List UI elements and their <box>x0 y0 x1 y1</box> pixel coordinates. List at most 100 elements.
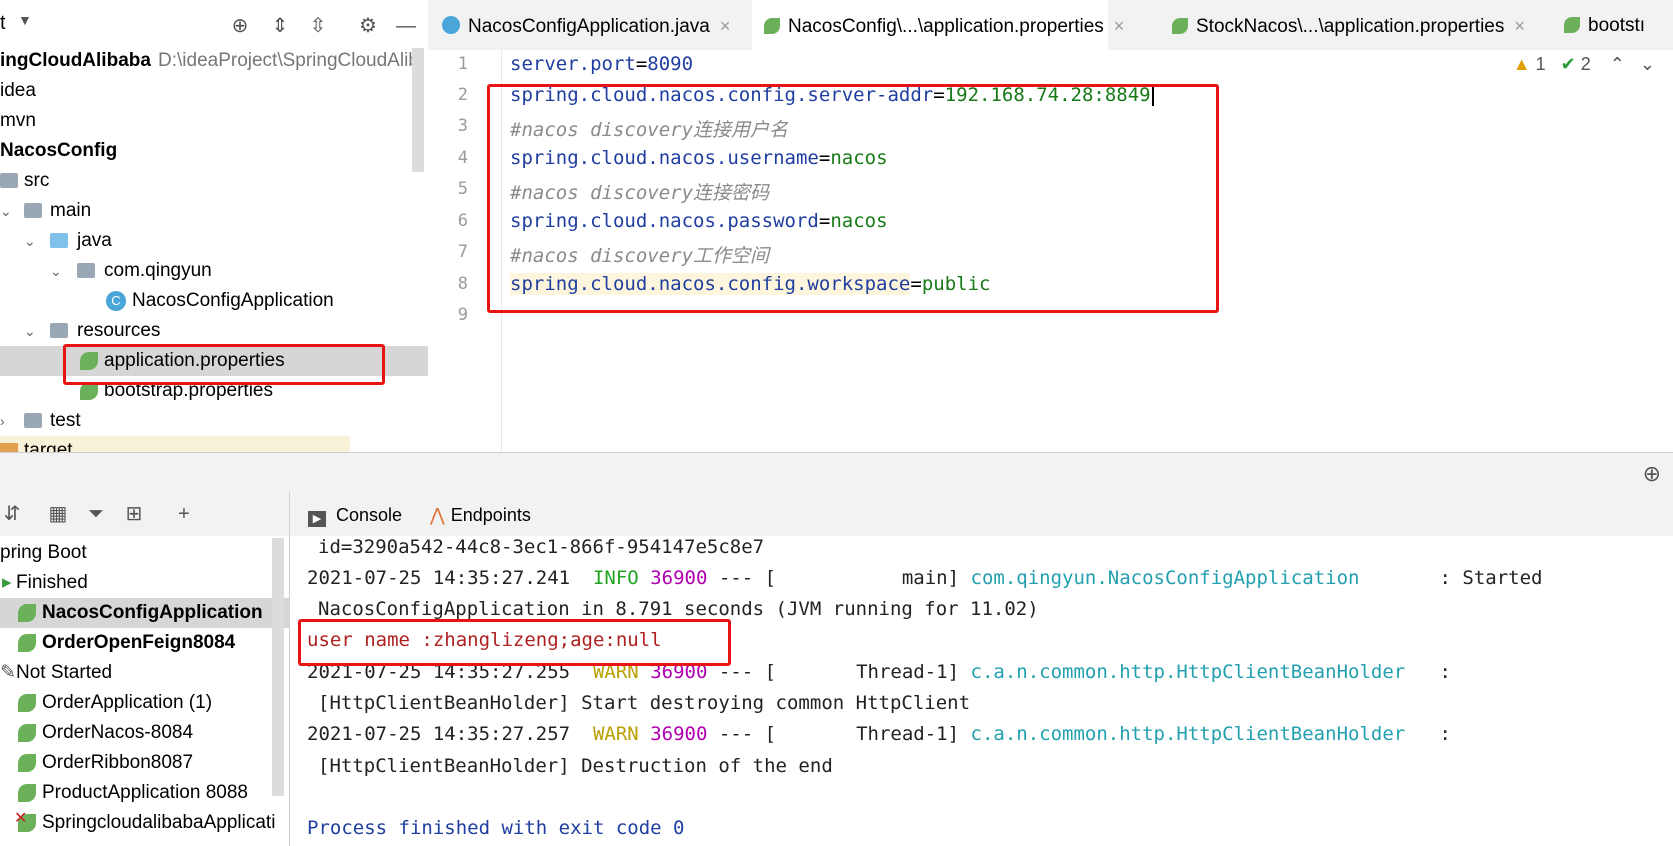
services-toolbar: ⇵ ▦ ⏷ ⊞ + <box>0 492 290 536</box>
tree-item-main[interactable]: ⌄ main <box>0 196 428 226</box>
locate-icon[interactable]: ⊕ <box>228 14 252 38</box>
spring-config-icon <box>1564 17 1580 33</box>
tree-item-label: NacosConfig <box>0 140 118 161</box>
package-icon <box>77 263 95 278</box>
tree-item-main-class[interactable]: C NacosConfigApplication <box>0 286 428 316</box>
tree-item-mvn[interactable]: mvn <box>0 106 428 136</box>
service-item[interactable]: ✕ SpringcloudalibabaApplicati <box>0 808 289 838</box>
tab-nacosconfigapplication-java[interactable]: NacosConfigApplication.java × <box>442 0 730 50</box>
folder-icon <box>24 203 42 218</box>
property-value: 8090 <box>647 53 694 75</box>
tree-item-resources[interactable]: ⌄ resources <box>0 316 428 346</box>
service-label: Not Started <box>16 662 113 683</box>
service-group-spring-boot[interactable]: pring Boot <box>0 538 289 568</box>
tab-console[interactable]: ▶ Console <box>308 492 402 536</box>
tree-item-label: mvn <box>0 110 36 131</box>
service-label: SpringcloudalibabaApplicati <box>42 812 276 833</box>
gear-icon[interactable]: ⚙ <box>356 14 380 38</box>
chevron-down-icon[interactable]: ⌄ <box>24 226 36 256</box>
tree-item-label: resources <box>77 320 161 341</box>
tree-item-nacosconfig[interactable]: NacosConfig <box>0 136 428 166</box>
highlight-box <box>63 344 385 385</box>
folder-icon <box>0 443 18 452</box>
service-item[interactable]: OrderOpenFeign8084 <box>0 628 289 658</box>
tab-label: Endpoints <box>450 505 531 525</box>
chevron-down-icon[interactable]: ⌄ <box>50 256 62 286</box>
console-line: id=3290a542-44c8-3ec1-866f-954147e5c8e7 <box>318 536 765 558</box>
class-icon <box>442 16 460 34</box>
tree-item-label: src <box>24 170 50 191</box>
close-icon[interactable]: × <box>1114 16 1125 36</box>
project-toolbar: t ▼ ⊕ ⇕ ⇳ ⚙ — <box>0 0 428 52</box>
resources-folder-icon <box>50 323 68 338</box>
console-output[interactable]: id=3290a542-44c8-3ec1-866f-954147e5c8e7 … <box>290 536 1673 846</box>
chevron-up-icon[interactable]: ⌃ <box>1610 54 1625 74</box>
services-tree: pring Boot ▸ Finished NacosConfigApplica… <box>0 536 290 846</box>
close-icon[interactable]: × <box>720 16 731 36</box>
chevron-down-icon[interactable]: ▼ <box>18 12 32 28</box>
log-class: c.a.n.common.http.HttpClientBeanHolder <box>970 723 1406 745</box>
chevron-down-icon[interactable]: ⌄ <box>0 196 12 226</box>
chevron-down-icon[interactable]: ⌄ <box>1640 54 1655 74</box>
line-number: 5 <box>457 179 468 199</box>
project-view-selector[interactable]: t <box>0 12 6 35</box>
tree-item-test[interactable]: › test <box>0 406 428 436</box>
close-icon[interactable]: × <box>1514 16 1525 36</box>
crosshair-icon[interactable]: ⊕ <box>1643 461 1661 487</box>
log-thread: --- [ main] <box>707 567 971 589</box>
add-icon[interactable]: + <box>172 502 196 526</box>
project-scrollbar[interactable] <box>412 48 424 172</box>
collapse-icon[interactable]: ⇵ <box>0 502 24 526</box>
tab-bootstrap[interactable]: bootstı <box>1564 0 1645 50</box>
chevron-right-icon[interactable]: › <box>0 406 5 436</box>
tree-item-package[interactable]: ⌄ com.qingyun <box>0 256 428 286</box>
spring-boot-icon <box>18 604 36 622</box>
line-number: 8 <box>457 274 468 294</box>
warning-count: 1 <box>1535 54 1546 74</box>
warning-icon: ▲ <box>1512 54 1531 74</box>
service-label: OrderOpenFeign8084 <box>42 632 236 653</box>
service-label: NacosConfigApplication <box>42 602 263 623</box>
log-thread: --- [ Thread-1] <box>707 661 971 683</box>
service-item-selected[interactable]: NacosConfigApplication <box>0 598 289 628</box>
log-message: : <box>1405 723 1451 745</box>
tree-item-target[interactable]: target <box>0 436 350 452</box>
spring-boot-icon <box>18 754 36 772</box>
tree-item-src[interactable]: src <box>0 166 428 196</box>
filter-icon[interactable]: ⏷ <box>84 502 108 526</box>
service-label: OrderApplication (1) <box>42 692 213 713</box>
tab-endpoints[interactable]: ⋀ Endpoints <box>430 492 531 536</box>
log-level: INFO <box>592 567 639 589</box>
expand-all-icon[interactable]: ⇕ <box>268 14 292 38</box>
tab-nacosconfig-application-properties[interactable]: NacosConfig\...\application.properties × <box>752 0 1124 53</box>
spring-config-icon <box>1172 18 1188 34</box>
service-label: OrderRibbon8087 <box>42 752 194 773</box>
check-icon: ✔ <box>1560 54 1576 74</box>
spring-class-icon: C <box>106 291 126 311</box>
console-line: Process finished with exit code 0 <box>307 817 685 839</box>
service-item[interactable]: ProductApplication 8088 <box>0 778 289 808</box>
log-thread: --- [ Thread-1] <box>707 723 971 745</box>
service-item[interactable]: OrderRibbon8087 <box>0 748 289 778</box>
chevron-down-icon[interactable]: ⌄ <box>24 316 36 346</box>
service-item[interactable]: OrderNacos-8084 <box>0 718 289 748</box>
line-number: 1 <box>457 54 468 74</box>
service-group-finished[interactable]: ▸ Finished <box>0 568 289 598</box>
collapse-all-icon[interactable]: ⇳ <box>306 14 330 38</box>
services-scrollbar[interactable] <box>272 538 284 796</box>
tree-item-java[interactable]: ⌄ java <box>0 226 428 256</box>
console-icon: ▶ <box>308 511 326 527</box>
group-by-icon[interactable]: ▦ <box>46 502 70 526</box>
service-label: OrderNacos-8084 <box>42 722 194 743</box>
tree-root[interactable]: ingCloudAlibaba D:\ideaProject\SpringClo… <box>0 46 428 76</box>
minimize-icon[interactable]: — <box>394 14 418 38</box>
service-group-not-started[interactable]: ✎ Not Started <box>0 658 289 688</box>
inspection-widget[interactable]: ▲ 1 ✔ 2 ⌃ ⌄ <box>1513 54 1655 75</box>
service-item[interactable]: OrderApplication (1) <box>0 688 289 718</box>
new-tab-icon[interactable]: ⊞ <box>122 502 146 526</box>
log-time: 2021-07-25 14:35:27.241 <box>307 567 593 589</box>
console-line: 2021-07-25 14:35:27.257 WARN 36900 --- [… <box>307 723 1451 745</box>
log-class: com.qingyun.NacosConfigApplication <box>970 567 1360 589</box>
tree-item-idea[interactable]: idea <box>0 76 428 106</box>
tab-stocknacos-application-properties[interactable]: StockNacos\...\application.properties × <box>1172 0 1525 50</box>
